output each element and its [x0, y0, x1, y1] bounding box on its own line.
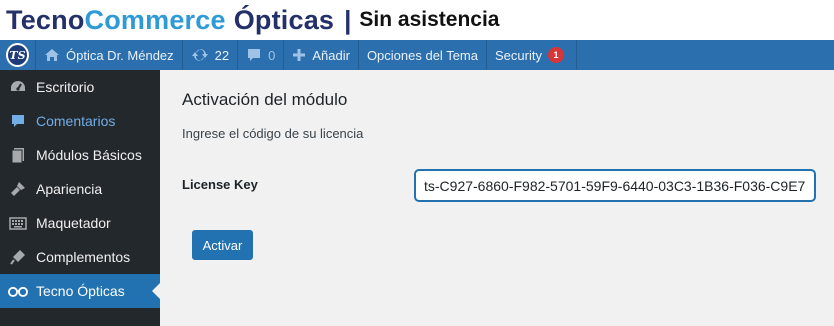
page-title: Activación del módulo — [182, 90, 348, 109]
updates-link[interactable]: 22 — [183, 40, 239, 70]
brand-tagline: Sin asistencia — [359, 8, 500, 31]
brand-header: Tecno Commerce Ópticas | Sin asistencia — [0, 0, 834, 40]
sidebar-item-maquetador[interactable]: Maquetador — [0, 206, 160, 240]
sidebar-item-label: Comentarios — [36, 113, 116, 129]
brand-name-part2: Commerce — [84, 4, 226, 35]
sidebar-item-label: Módulos Básicos — [36, 147, 142, 163]
sidebar-item-apariencia[interactable]: Apariencia — [0, 172, 160, 206]
add-new-label: Añadir — [312, 47, 350, 63]
site-name-link[interactable]: Óptica Dr. Méndez — [36, 40, 183, 70]
activate-button[interactable]: Activar — [192, 230, 253, 260]
sidebar-item-label: Complementos — [36, 249, 131, 265]
sidebar-item-escritorio[interactable]: Escritorio — [0, 70, 160, 104]
plugin-icon — [8, 247, 28, 267]
license-key-input[interactable] — [415, 170, 815, 201]
security-link[interactable]: Security 1 — [487, 40, 577, 70]
site-name-label: Óptica Dr. Méndez — [66, 47, 174, 63]
sidebar-item-label: Apariencia — [36, 181, 103, 197]
glasses-icon — [8, 281, 28, 301]
keyboard-icon — [8, 213, 28, 233]
sidebar-item-tecno-opticas[interactable]: Tecno Ópticas — [0, 274, 160, 308]
sidebar-item-modulos-basicos[interactable]: Módulos Básicos — [0, 138, 160, 172]
brand-separator: | — [344, 4, 352, 35]
sidebar-item-label: Tecno Ópticas — [36, 283, 125, 299]
main-content: Activación del módulo Ingrese el código … — [160, 70, 834, 326]
comments-link[interactable]: 0 — [238, 40, 285, 70]
admin-sidebar: Escritorio Comentarios Módulos Básicos A… — [0, 70, 160, 326]
sidebar-item-label: Maquetador — [36, 215, 111, 231]
page-description: Ingrese el código de su licencia — [182, 126, 364, 141]
comment-bubble-icon — [246, 47, 262, 63]
sidebar-item-label: Escritorio — [36, 79, 95, 95]
home-icon — [44, 47, 60, 63]
security-notification-badge: 1 — [547, 47, 564, 63]
dashboard-icon — [8, 77, 28, 97]
sidebar-item-comentarios[interactable]: Comentarios — [0, 104, 160, 138]
updates-count: 22 — [214, 47, 230, 63]
plus-icon — [292, 48, 306, 62]
sidebar-item-complementos[interactable]: Complementos — [0, 240, 160, 274]
comments-count: 0 — [268, 47, 276, 63]
theme-options-link[interactable]: Opciones del Tema — [359, 40, 487, 70]
add-new-link[interactable]: Añadir — [284, 40, 359, 70]
theme-options-label: Opciones del Tema — [366, 47, 478, 63]
ts-logo-icon: TS — [6, 43, 29, 67]
brand-name-part1: Tecno — [6, 4, 85, 35]
license-key-label: License Key — [182, 177, 258, 192]
pages-icon — [8, 145, 28, 165]
comment-icon — [8, 111, 28, 131]
security-label: Security — [494, 47, 542, 63]
brand-name-part3: Ópticas — [233, 4, 335, 35]
refresh-icon — [191, 47, 209, 63]
admin-bar: TS Óptica Dr. Méndez 22 0 Añadir Opcione… — [0, 40, 834, 70]
site-logo-button[interactable]: TS — [0, 40, 36, 70]
brush-icon — [8, 179, 28, 199]
